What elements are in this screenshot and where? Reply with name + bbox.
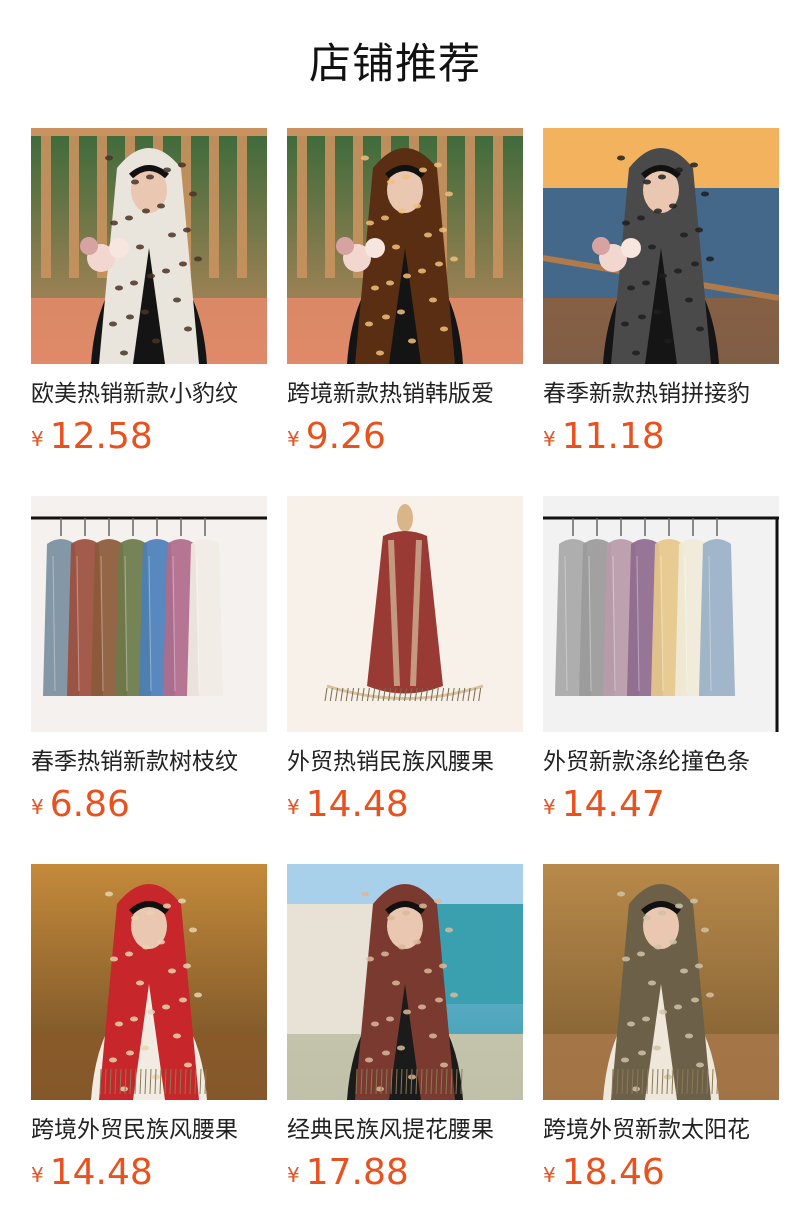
- price-value: 18.46: [561, 1152, 665, 1193]
- product-image[interactable]: [31, 496, 267, 732]
- product-name[interactable]: 跨境新款热销韩版爱: [287, 376, 523, 412]
- currency-symbol: ¥: [543, 427, 556, 451]
- product-price: ¥18.46: [543, 1150, 665, 1196]
- product-card[interactable]: 春季新款热销拼接豹 ¥11.18: [543, 128, 779, 468]
- product-price: ¥14.48: [287, 782, 409, 828]
- product-card[interactable]: 经典民族风提花腰果 ¥17.88: [287, 864, 523, 1204]
- product-image[interactable]: [543, 128, 779, 364]
- product-image[interactable]: [31, 128, 267, 364]
- product-price: ¥11.18: [543, 414, 665, 460]
- currency-symbol: ¥: [543, 1163, 556, 1187]
- product-card[interactable]: 跨境外贸民族风腰果 ¥14.48: [31, 864, 267, 1204]
- product-name[interactable]: 经典民族风提花腰果: [287, 1112, 523, 1148]
- product-image[interactable]: [287, 496, 523, 732]
- page-title: 店铺推荐: [308, 39, 481, 88]
- product-price: ¥6.86: [31, 782, 130, 828]
- price-value: 11.18: [561, 416, 665, 457]
- currency-symbol: ¥: [287, 1163, 300, 1187]
- currency-symbol: ¥: [287, 427, 300, 451]
- product-card[interactable]: 跨境新款热销韩版爱 ¥9.26: [287, 128, 523, 468]
- floral-hijab-photo: [287, 128, 523, 364]
- price-value: 14.47: [561, 784, 665, 825]
- product-card[interactable]: 外贸热销民族风腰果 ¥14.48: [287, 496, 523, 836]
- price-value: 6.86: [49, 784, 130, 825]
- price-value: 17.88: [305, 1152, 409, 1193]
- red-paisley-scarf-photo: [31, 864, 267, 1100]
- product-price: ¥12.58: [31, 414, 153, 460]
- product-price: ¥14.47: [543, 782, 665, 828]
- product-image[interactable]: [31, 864, 267, 1100]
- product-name[interactable]: 跨境外贸民族风腰果: [31, 1112, 267, 1148]
- product-name[interactable]: 跨境外贸新款太阳花: [543, 1112, 779, 1148]
- product-name[interactable]: 外贸新款涤纶撞色条: [543, 744, 779, 780]
- currency-symbol: ¥: [31, 795, 44, 819]
- product-name[interactable]: 外贸热销民族风腰果: [287, 744, 523, 780]
- product-name[interactable]: 春季新款热销拼接豹: [543, 376, 779, 412]
- product-card[interactable]: 跨境外贸新款太阳花 ¥18.46: [543, 864, 779, 1204]
- currency-symbol: ¥: [31, 427, 44, 451]
- product-image[interactable]: [287, 128, 523, 364]
- product-card[interactable]: 欧美热销新款小豹纹 ¥12.58: [31, 128, 267, 468]
- currency-symbol: ¥: [31, 1163, 44, 1187]
- price-value: 12.58: [49, 416, 153, 457]
- price-value: 14.48: [49, 1152, 153, 1193]
- product-price: ¥14.48: [31, 1150, 153, 1196]
- product-image[interactable]: [543, 864, 779, 1100]
- currency-symbol: ¥: [287, 795, 300, 819]
- product-card[interactable]: 春季热销新款树枝纹 ¥6.86: [31, 496, 267, 836]
- mannequin-scarf-photo: [287, 496, 523, 732]
- currency-symbol: ¥: [543, 795, 556, 819]
- product-image[interactable]: [543, 496, 779, 732]
- product-price: ¥9.26: [287, 414, 386, 460]
- product-card[interactable]: 外贸新款涤纶撞色条 ¥14.47: [543, 496, 779, 836]
- beach-paisley-scarf-photo: [287, 864, 523, 1100]
- seaside-hijab-photo: [543, 128, 779, 364]
- product-name[interactable]: 欧美热销新款小豹纹: [31, 376, 267, 412]
- product-price: ¥17.88: [287, 1150, 409, 1196]
- leopard-hijab-photo: [31, 128, 267, 364]
- product-image[interactable]: [287, 864, 523, 1100]
- price-value: 14.48: [305, 784, 409, 825]
- product-name[interactable]: 春季热销新款树枝纹: [31, 744, 267, 780]
- price-value: 9.26: [305, 416, 386, 457]
- autumn-paisley-scarf-photo: [543, 864, 779, 1100]
- scarf-rack-photo: [31, 496, 267, 732]
- striped-scarf-rack-photo: [543, 496, 779, 732]
